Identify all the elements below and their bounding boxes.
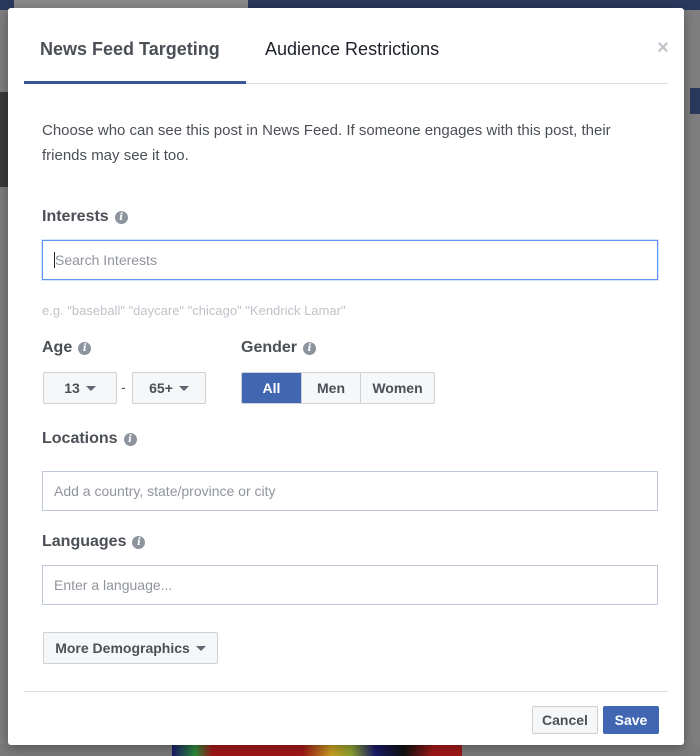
languages-input[interactable]: Enter a language... <box>42 565 658 605</box>
interests-hint: e.g. "baseball" "daycare" "chicago" "Ken… <box>42 303 346 318</box>
info-icon[interactable]: i <box>78 341 92 355</box>
background-right-strip <box>690 88 700 114</box>
age-min-dropdown[interactable]: 13 <box>43 372 117 404</box>
save-button[interactable]: Save <box>603 706 659 734</box>
background-image <box>172 745 462 756</box>
background-bottom <box>0 745 700 756</box>
targeting-dialog: News Feed Targeting Audience Restriction… <box>8 8 684 745</box>
age-separator: - <box>121 379 126 395</box>
age-label-text: Age <box>42 339 73 356</box>
locations-input[interactable]: Add a country, state/province or city <box>42 471 658 511</box>
close-icon[interactable]: × <box>653 38 673 58</box>
age-max-dropdown[interactable]: 65+ <box>132 372 206 404</box>
tab-audience-restrictions[interactable]: Audience Restrictions <box>265 39 439 60</box>
info-icon[interactable]: i <box>132 535 146 549</box>
gender-option-women[interactable]: Women <box>360 373 434 403</box>
interests-label-text: Interests <box>42 208 109 225</box>
interests-search-input[interactable]: Search Interests <box>42 240 658 280</box>
chevron-down-icon <box>85 385 96 391</box>
age-label: Age i <box>42 339 92 357</box>
more-demographics-label: More Demographics <box>55 640 190 656</box>
languages-label: Languages i <box>42 533 146 551</box>
locations-label-text: Locations <box>42 430 118 447</box>
footer-divider <box>24 691 668 692</box>
languages-label-text: Languages <box>42 533 127 550</box>
locations-placeholder: Add a country, state/province or city <box>54 483 276 499</box>
cancel-button[interactable]: Cancel <box>532 706 598 734</box>
age-max-value: 65+ <box>149 380 173 396</box>
languages-placeholder: Enter a language... <box>54 577 173 593</box>
locations-label: Locations i <box>42 430 137 448</box>
gender-option-men[interactable]: Men <box>301 373 360 403</box>
info-icon[interactable]: i <box>114 210 128 224</box>
gender-label-text: Gender <box>241 339 298 356</box>
info-icon[interactable]: i <box>123 432 137 446</box>
active-tab-indicator <box>24 81 246 84</box>
age-min-value: 13 <box>64 380 80 396</box>
tab-news-feed-targeting[interactable]: News Feed Targeting <box>40 39 220 60</box>
tab-bar: News Feed Targeting Audience Restriction… <box>24 8 668 84</box>
more-demographics-button[interactable]: More Demographics <box>43 632 218 664</box>
chevron-down-icon <box>178 385 189 391</box>
interests-placeholder: Search Interests <box>55 252 157 268</box>
description-text: Choose who can see this post in News Fee… <box>42 122 611 164</box>
interests-label: Interests i <box>42 208 128 226</box>
gender-label: Gender i <box>241 339 317 357</box>
chevron-down-icon <box>195 645 206 651</box>
gender-selector: All Men Women <box>241 372 435 404</box>
info-icon[interactable]: i <box>303 341 317 355</box>
gender-option-all[interactable]: All <box>242 373 301 403</box>
